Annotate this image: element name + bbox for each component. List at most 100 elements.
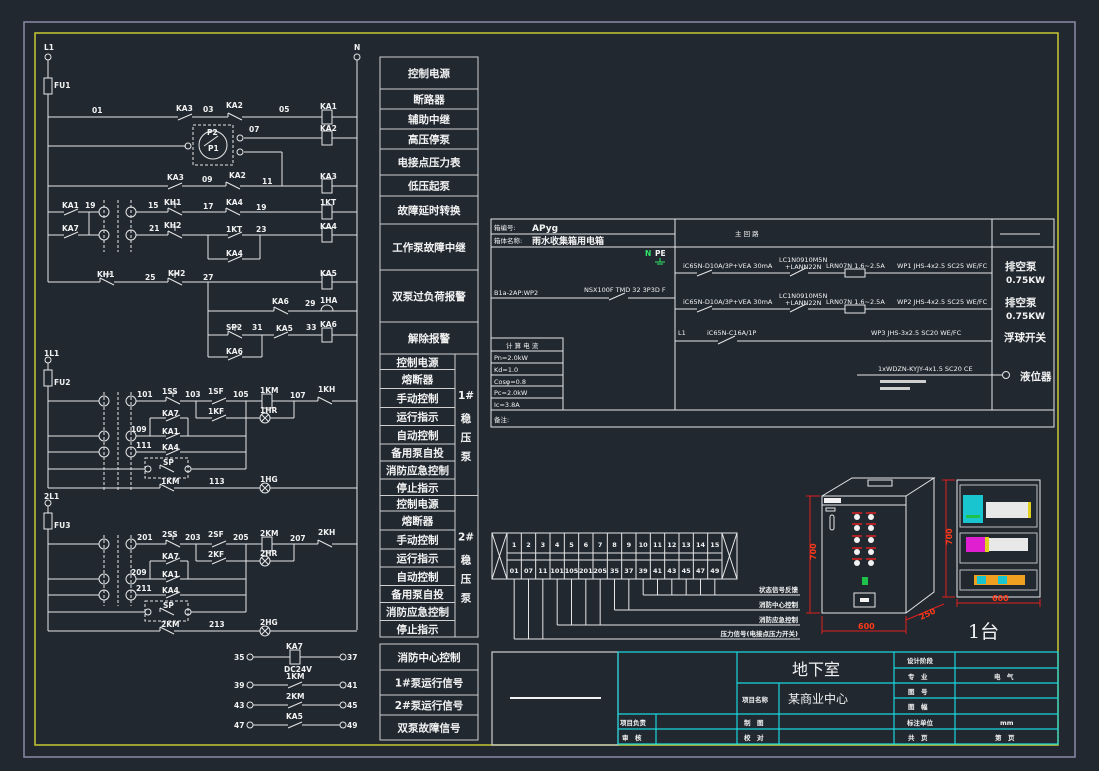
control-label: KA4 xyxy=(320,222,337,231)
outer-border xyxy=(23,21,1076,758)
function-label: 故障延时转换 xyxy=(398,204,461,217)
terminal-icon xyxy=(236,134,244,142)
note-text xyxy=(880,380,926,383)
control-label: KA5 xyxy=(320,269,337,278)
calc-title: 计 算 电 流 xyxy=(506,341,539,350)
depth-dim: 250 xyxy=(918,606,937,621)
no-contact-icon xyxy=(287,721,303,729)
signal-label: 37 xyxy=(347,653,357,662)
function-label: 备用泵自投 xyxy=(390,447,444,460)
terminal-icon xyxy=(977,576,986,584)
signal-label: 2KM xyxy=(286,692,305,701)
signal-label: 49 xyxy=(347,721,357,730)
pump-2-label: 201 xyxy=(137,533,153,542)
control-label: KH1 xyxy=(97,270,114,279)
lamp-cross xyxy=(261,414,269,422)
calc-ic: Ic=3.8A xyxy=(494,401,520,409)
pushbutton-icon xyxy=(854,537,860,543)
relay-coil-icon xyxy=(321,204,333,220)
pump-2-label: 2L1 xyxy=(44,492,59,501)
relay-coil-icon xyxy=(321,327,333,343)
lamp-cross xyxy=(261,557,269,565)
c4-load: 液位器 xyxy=(1020,370,1052,383)
discipline: 电 气 xyxy=(994,672,1014,681)
pump-2-label: 213 xyxy=(209,620,225,629)
control-label: 23 xyxy=(256,225,266,234)
function-label: 消防应急控制 xyxy=(386,606,449,619)
calc-pn: Pn=2.0kW xyxy=(494,354,528,362)
pump-group-name: 压 xyxy=(461,574,472,586)
pump-2-label: FU3 xyxy=(54,521,70,530)
fuse-icon xyxy=(43,77,53,95)
c2-relay: LRN07N 1.6~2.5A xyxy=(826,298,885,306)
control-label: 17 xyxy=(203,202,213,211)
signal-group-label: 状态信号反馈 xyxy=(759,585,799,594)
nc-contact-icon xyxy=(99,277,115,286)
function-label: 1#泵运行信号 xyxy=(395,677,464,690)
pump-1-label: 1KM xyxy=(260,386,279,395)
control-label: 05 xyxy=(279,105,289,114)
control-label: 1KT xyxy=(226,225,243,234)
relay-coil-icon xyxy=(321,130,333,146)
project-lead-label: 项目负责 xyxy=(620,718,647,727)
sheet-size-label: 图 幅 xyxy=(908,702,928,711)
terminal-block: 1012073114101510562017205835937103911411… xyxy=(491,532,800,640)
function-label: 熔断器 xyxy=(402,515,434,528)
terminal-number: 13 xyxy=(682,541,691,549)
terminal-number: 6 xyxy=(584,541,589,549)
function-label: 运行指示 xyxy=(397,552,439,565)
c2-load: 排空泵 xyxy=(1005,296,1037,309)
function-label: 停止指示 xyxy=(397,481,439,494)
project-name: 某商业中心 xyxy=(788,691,848,706)
c1-breaker: iC65N-D10A/3P+VEA 30mA xyxy=(683,262,773,270)
signal-label: 41 xyxy=(347,681,357,690)
pump-1-label: 1HR xyxy=(260,406,277,415)
pump-2-label: 2KH xyxy=(318,528,335,537)
terminal-icon xyxy=(246,721,254,729)
terminal-wire: 105 xyxy=(565,567,579,575)
control-label: 21 xyxy=(149,224,159,233)
signal-label: 1KM xyxy=(286,672,305,681)
nc-contact-icon xyxy=(225,181,241,190)
main-circuit-label: 主 回 路 xyxy=(735,229,759,238)
discipline-label: 专 业 xyxy=(908,672,928,681)
control-label: N xyxy=(354,43,360,52)
c1-relay: LRN07N 1.6~2.5A xyxy=(826,262,885,270)
nc-contact-icon xyxy=(167,207,183,216)
control-label: P1 xyxy=(208,144,219,153)
terminal-number: 9 xyxy=(627,541,632,549)
pump-1-label: KA4 xyxy=(162,443,179,452)
pump-2-label: 2SF xyxy=(208,530,224,539)
nc-contact-icon xyxy=(317,539,333,548)
terminal-icon xyxy=(353,53,361,61)
cad-drawing: L1 NFU101 KA3 03 KA2 05 KA107 KA2P2P1KA3 09 KA211… xyxy=(23,21,1076,758)
control-label: 11 xyxy=(262,177,272,186)
pump-2-label: 2KF xyxy=(208,550,224,559)
no-contact-icon xyxy=(287,681,303,689)
signal-label: 43 xyxy=(234,701,244,710)
function-label: 双泵过负荷报警 xyxy=(391,290,466,303)
function-label: 断路器 xyxy=(413,93,445,106)
no-contact-icon xyxy=(287,701,303,709)
drawn-label: 制 图 xyxy=(744,718,764,727)
terminal-icon xyxy=(144,608,152,616)
signal-label: KA5 xyxy=(286,712,303,721)
function-label: 自动控制 xyxy=(397,570,439,583)
breaker-handle-icon xyxy=(966,515,980,518)
pump-1-label: 109 xyxy=(131,425,147,434)
pump-1-label: 111 xyxy=(136,441,152,450)
terminal-icon xyxy=(246,701,254,709)
cabinet-drawing: 700 600 250 700 600 1台 xyxy=(806,477,1041,643)
terminal-number: 4 xyxy=(555,541,560,549)
pushbutton-icon xyxy=(854,560,860,566)
terminal-icon xyxy=(339,681,347,689)
pump-2-label: 2KM xyxy=(260,529,279,538)
pump-1-label: 101 xyxy=(137,390,153,399)
terminal-wire: 43 xyxy=(667,567,676,575)
pump-1-label: 1SF xyxy=(208,387,224,396)
c3-cable: WP3 JHS-3x2.5 SC20 WE/FC xyxy=(871,329,962,337)
pump-1-label: 107 xyxy=(290,391,306,400)
remark: 备注: xyxy=(494,415,509,424)
box-name-label: 箱体名称: xyxy=(494,236,522,245)
pump-2-label: 2KM xyxy=(161,620,180,629)
